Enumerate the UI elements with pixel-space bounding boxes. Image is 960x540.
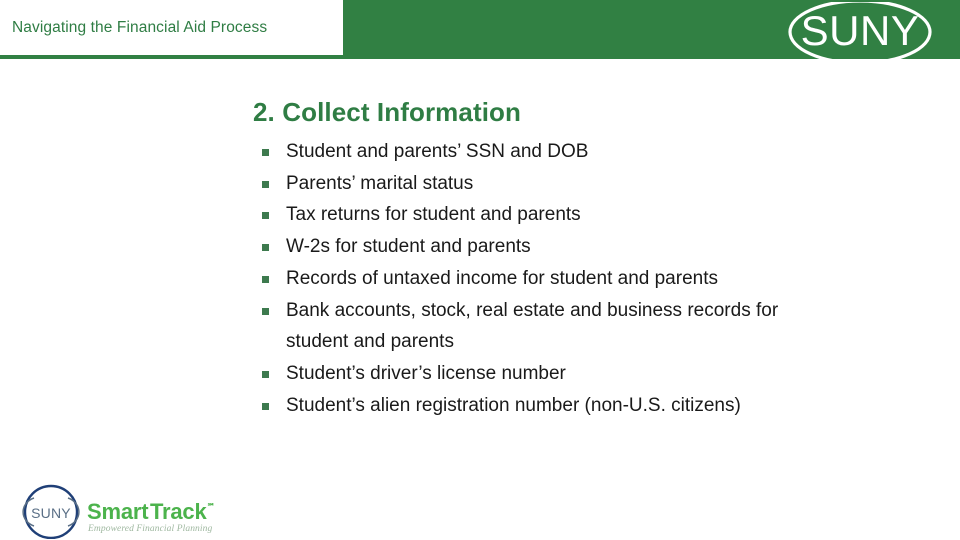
list-item: Parents’ marital status xyxy=(261,168,921,200)
smart-track-wordmark-smart: Smart xyxy=(87,499,149,524)
suny-logo-wordmark: SUNY xyxy=(31,505,71,521)
header-band: Navigating the Financial Aid Process SUN… xyxy=(0,0,960,59)
list-item-continuation: student and parents xyxy=(261,326,921,358)
slide-header-title: Navigating the Financial Aid Process xyxy=(12,18,268,36)
square-bullet-icon xyxy=(262,180,269,188)
square-bullet-icon xyxy=(262,244,269,252)
smart-track-wordmark-track: Track xyxy=(150,499,207,524)
list-item: Records of untaxed income for student an… xyxy=(261,263,921,295)
list-item: W-2s for student and parents xyxy=(261,231,921,263)
square-bullet-icon xyxy=(262,275,269,283)
suny-logo: SUNY xyxy=(786,2,934,59)
list-item-label: Tax returns for student and parents xyxy=(286,204,581,226)
list-item: Bank accounts, stock, real estate and bu… xyxy=(261,295,921,327)
suny-smart-track-logo: SUNY Smart Track ℠ Empowered Financial P… xyxy=(14,483,229,539)
list-item: Tax returns for student and parents xyxy=(261,199,921,231)
list-item-label: student and parents xyxy=(286,331,454,353)
list-item-label: Student’s driver’s license number xyxy=(286,362,566,384)
square-bullet-icon xyxy=(262,307,269,315)
square-bullet-icon xyxy=(262,370,269,378)
square-bullet-icon xyxy=(262,402,269,410)
list-item-label: Bank accounts, stock, real estate and bu… xyxy=(286,299,779,321)
page-title: 2. Collect Information xyxy=(253,97,522,127)
list-item: Student’s alien registration number (non… xyxy=(261,390,921,422)
list-item: Student’s driver’s license number xyxy=(261,358,921,390)
trademark-symbol: ℠ xyxy=(207,502,215,511)
square-bullet-icon xyxy=(262,149,269,156)
square-bullet-icon xyxy=(262,212,269,220)
list-item-label: Student and parents’ SSN and DOB xyxy=(286,141,589,162)
smart-track-tagline: Empowered Financial Planning xyxy=(87,524,212,534)
list-item: Student and parents’ SSN and DOB xyxy=(261,136,921,168)
list-item-label: Student’s alien registration number (non… xyxy=(286,394,741,416)
slide-header-title-box: Navigating the Financial Aid Process xyxy=(0,0,343,55)
collect-information-bullet-list: Student and parents’ SSN and DOB Parents… xyxy=(261,136,921,421)
list-item-label: Parents’ marital status xyxy=(286,172,474,194)
list-item-label: W-2s for student and parents xyxy=(286,236,531,258)
suny-logo-wordmark: SUNY xyxy=(801,7,920,54)
list-item-label: Records of untaxed income for student an… xyxy=(286,267,718,289)
